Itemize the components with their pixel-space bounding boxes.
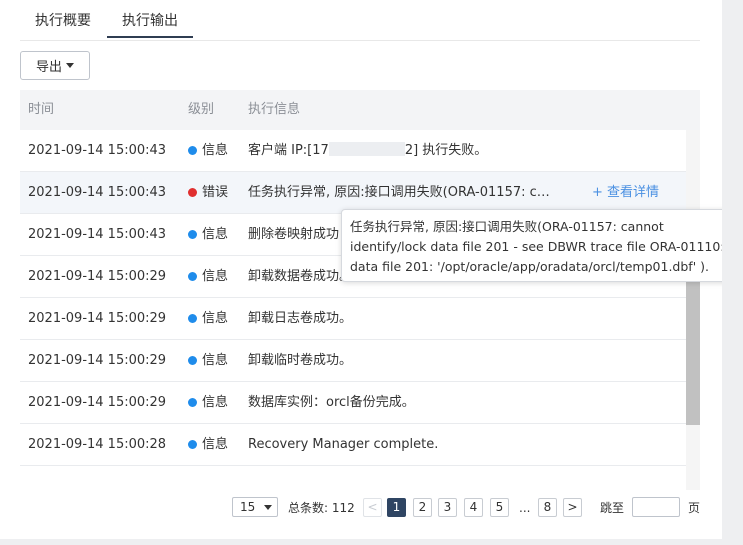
row-time: 2021-09-14 15:00:29: [28, 311, 167, 326]
blue-dot-icon: [188, 230, 197, 239]
table-row: 2021-09-14 15:00:43 错误 任务执行异常, 原因:接口调用失败…: [20, 172, 686, 214]
row-message: 卸载日志卷成功。: [248, 311, 353, 326]
output-table: 时间 级别 执行信息 2021-09-14 15:00:43 信息 客户端 IP…: [20, 90, 700, 490]
page-8-button[interactable]: 8: [538, 498, 557, 517]
next-page-button[interactable]: >: [563, 498, 582, 517]
row-time: 2021-09-14 15:00:29: [28, 353, 167, 368]
level-label: 信息: [202, 437, 229, 452]
jump-to-label: 跳至: [600, 501, 625, 515]
tab-bar: 执行概要 执行输出: [20, 0, 700, 41]
table-row: 2021-09-14 15:00:43 信息 客户端 IP:[17 2] 执行失败…: [20, 130, 686, 172]
table-row: 2021-09-14 15:00:29 信息 数据库实例：orcl备份完成。: [20, 382, 686, 424]
caret-down-icon: [264, 505, 272, 510]
row-level: 信息: [188, 340, 228, 381]
table-body: 2021-09-14 15:00:43 信息 客户端 IP:[17 2] 执行失败…: [20, 130, 686, 466]
table-header: 时间 级别 执行信息: [20, 90, 700, 130]
row-message: 客户端 IP:[17 2] 执行失败。: [248, 130, 487, 171]
error-detail-tooltip: 任务执行异常, 原因:接口调用失败(ORA-01157: cannot iden…: [341, 209, 741, 282]
blue-dot-icon: [188, 440, 197, 449]
row-time: 2021-09-14 15:00:43: [28, 143, 167, 158]
page-2-button[interactable]: 2: [413, 498, 432, 517]
view-details-link[interactable]: + 查看详情: [592, 172, 659, 213]
page-size-select[interactable]: 15: [232, 497, 278, 517]
level-label: 信息: [202, 269, 229, 284]
row-time: 2021-09-14 15:00:43: [28, 227, 167, 242]
page-5-button[interactable]: 5: [490, 498, 509, 517]
row-level: 信息: [188, 130, 228, 171]
export-button[interactable]: 导出: [20, 51, 90, 80]
blue-dot-icon: [188, 146, 197, 155]
export-label: 导出: [35, 60, 62, 75]
row-message: 数据库实例：orcl备份完成。: [248, 395, 415, 410]
row-time: 2021-09-14 15:00:29: [28, 269, 167, 284]
level-label: 信息: [202, 227, 229, 242]
redacted-ip: [328, 142, 405, 156]
header-time: 时间: [28, 102, 55, 117]
tab-execution-summary[interactable]: 执行概要: [20, 8, 106, 38]
row-message: Recovery Manager complete.: [248, 437, 439, 452]
table-row: 2021-09-14 15:00:28 信息 Recovery Manager …: [20, 424, 686, 466]
table-row: 2021-09-14 15:00:29 信息 卸载临时卷成功。: [20, 340, 686, 382]
blue-dot-icon: [188, 356, 197, 365]
header-level: 级别: [188, 102, 215, 117]
level-label: 信息: [202, 143, 229, 158]
row-level: 信息: [188, 382, 228, 423]
level-label: 错误: [202, 185, 229, 200]
page-4-button[interactable]: 4: [464, 498, 483, 517]
jump-page-input[interactable]: [632, 497, 680, 517]
row-level: 信息: [188, 214, 228, 255]
cut-off-row-fade: [20, 486, 686, 490]
table-row: 2021-09-14 15:00:29 信息 卸载日志卷成功。: [20, 298, 686, 340]
message-text: 客户端 IP:[17: [248, 143, 329, 158]
row-level: 信息: [188, 424, 228, 465]
header-message: 执行信息: [248, 102, 301, 117]
blue-dot-icon: [188, 398, 197, 407]
tab-execution-output[interactable]: 执行输出: [107, 8, 193, 38]
bottom-edge: [0, 539, 743, 545]
page-size-value: 15: [240, 500, 256, 514]
window-scrollbar[interactable]: [722, 0, 743, 545]
page-1-button[interactable]: 1: [387, 498, 406, 517]
level-label: 信息: [202, 395, 229, 410]
row-message: 删除卷映射成功: [248, 227, 340, 242]
row-level: 错误: [188, 172, 228, 213]
level-label: 信息: [202, 353, 229, 368]
row-time: 2021-09-14 15:00:43: [28, 185, 167, 200]
row-message: 任务执行异常, 原因:接口调用失败(ORA-01157: c…: [248, 185, 550, 200]
pagination: 15 总条数: 112 < 1 2 3 4 5 ... 8 > 跳至 页: [232, 497, 702, 519]
red-dot-icon: [188, 188, 197, 197]
page-ellipsis: ...: [519, 501, 531, 515]
tooltip-line: data file 201: '/opt/oracle/app/oradata/…: [350, 259, 709, 274]
row-message: 卸载数据卷成功。: [248, 269, 353, 284]
tooltip-line: 任务执行异常, 原因:接口调用失败(ORA-01157: cannot: [350, 219, 664, 234]
page-3-button[interactable]: 3: [438, 498, 457, 517]
row-time: 2021-09-14 15:00:28: [28, 437, 167, 452]
page-suffix-label: 页: [688, 501, 701, 515]
caret-down-icon: [66, 63, 74, 68]
level-label: 信息: [202, 311, 229, 326]
blue-dot-icon: [188, 272, 197, 281]
row-time: 2021-09-14 15:00:29: [28, 395, 167, 410]
prev-page-button[interactable]: <: [363, 498, 382, 517]
message-text: 2] 执行失败。: [404, 143, 488, 158]
row-level: 信息: [188, 256, 228, 297]
total-count: 总条数: 112: [288, 501, 355, 515]
row-level: 信息: [188, 298, 228, 339]
row-message: 卸载临时卷成功。: [248, 353, 353, 368]
tooltip-line: identify/lock data file 201 - see DBWR t…: [350, 239, 725, 254]
blue-dot-icon: [188, 314, 197, 323]
